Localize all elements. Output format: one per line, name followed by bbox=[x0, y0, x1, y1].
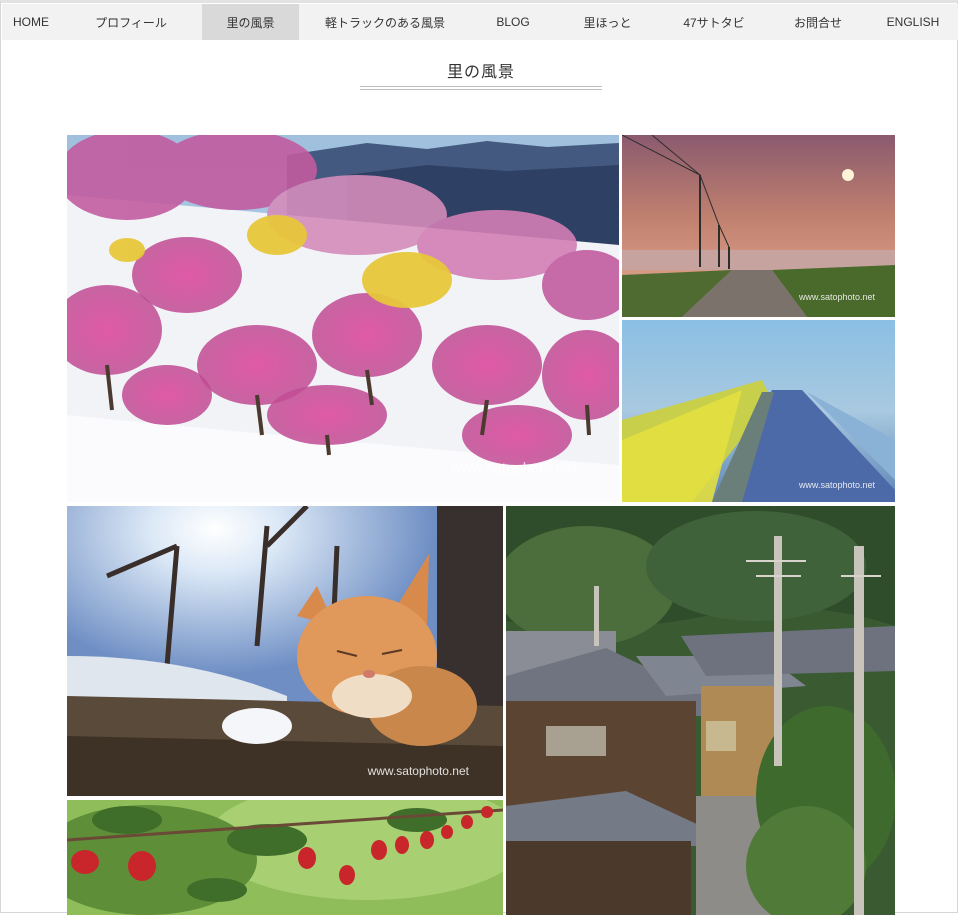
photo-village-image bbox=[506, 506, 895, 915]
photo-plum-blossoms-snow[interactable]: www.satophoto.net bbox=[67, 135, 619, 502]
nav-item-contact[interactable]: お問合せ bbox=[768, 4, 868, 40]
watermark: www.satophoto.net bbox=[798, 292, 875, 302]
title-underline-2 bbox=[360, 89, 602, 90]
photo-cat-image bbox=[67, 506, 503, 796]
photo-sunset-road-image bbox=[622, 135, 895, 317]
photo-misty-canola-image bbox=[622, 320, 895, 502]
watermark: www.satophoto.net bbox=[798, 480, 875, 490]
watermark: www.satophoto.net bbox=[367, 764, 469, 778]
photo-red-berries-image bbox=[67, 800, 503, 915]
photo-misty-canola-road[interactable]: www.satophoto.net bbox=[622, 320, 895, 502]
photo-sunset-road[interactable]: www.satophoto.net bbox=[622, 135, 895, 317]
page-title: 里の風景 bbox=[446, 64, 515, 81]
nav-item-profile[interactable]: プロフィール bbox=[60, 4, 202, 40]
watermark: www.satophoto.net bbox=[450, 460, 577, 477]
nav-item-satono-fukei[interactable]: 里の風景 bbox=[202, 4, 299, 40]
nav-item-english[interactable]: ENGLISH bbox=[868, 4, 958, 40]
main-nav: HOME プロフィール 里の風景 軽トラックのある風景 BLOG 里ほっと 47… bbox=[2, 4, 958, 40]
nav-item-home[interactable]: HOME bbox=[2, 4, 60, 40]
nav-item-kei-truck[interactable]: 軽トラックのある風景 bbox=[299, 4, 471, 40]
nav-item-47satotabi[interactable]: 47サトタビ bbox=[660, 4, 768, 40]
photo-village-alley[interactable] bbox=[506, 506, 895, 915]
title-underline bbox=[360, 86, 602, 87]
photo-cat-in-snow[interactable]: www.satophoto.net bbox=[67, 506, 503, 796]
photo-red-berries[interactable] bbox=[67, 800, 503, 915]
nav-item-satohot[interactable]: 里ほっと bbox=[555, 4, 660, 40]
nav-item-blog[interactable]: BLOG bbox=[471, 4, 555, 40]
photo-plum-blossoms-image bbox=[67, 135, 619, 502]
